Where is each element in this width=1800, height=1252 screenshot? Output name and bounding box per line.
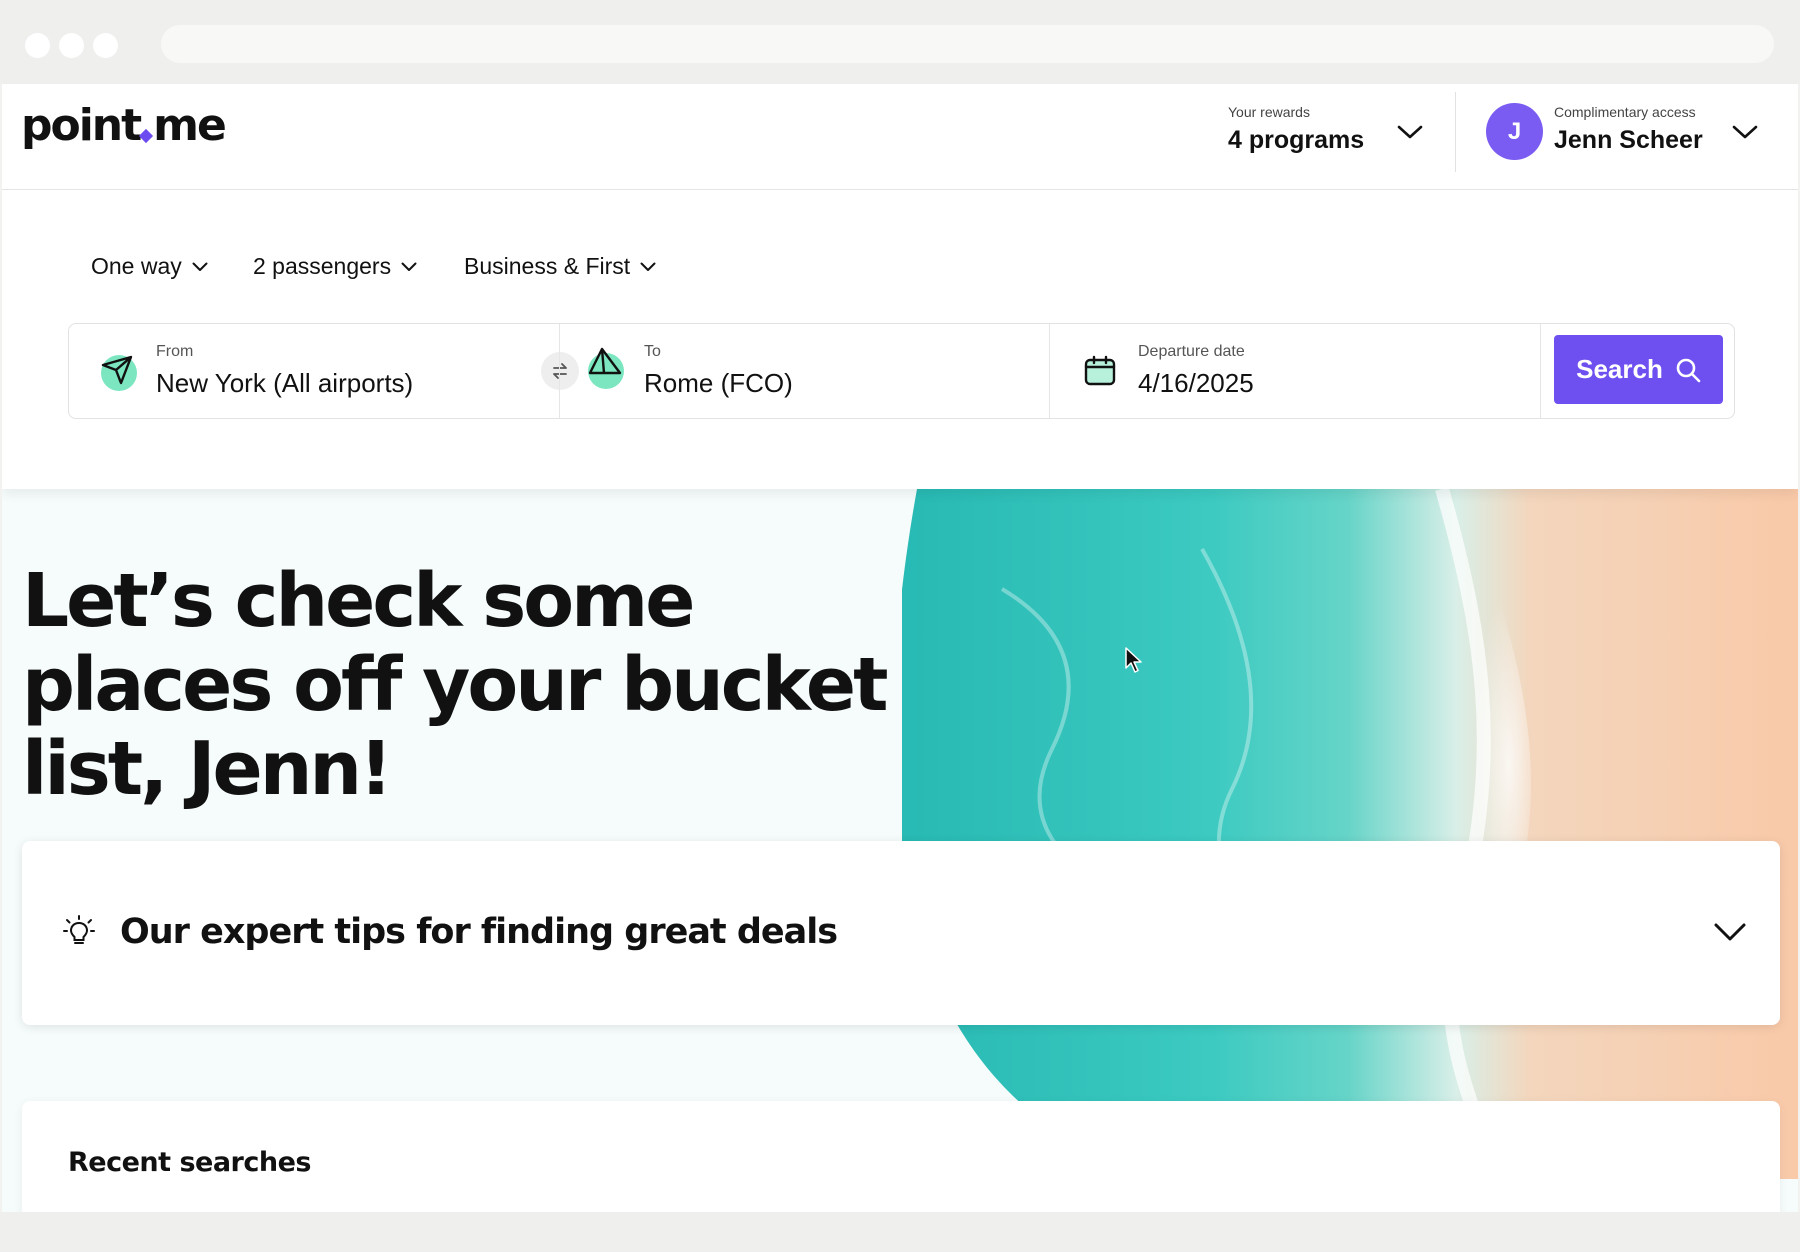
window-maximize-dot[interactable] [93,33,118,58]
pointme-logo[interactable]: point me [21,104,227,148]
passengers-label: 2 passengers [253,253,392,279]
rewards-value: 4 programs [1228,126,1365,154]
search-icon [1676,358,1701,382]
recent-searches-card: Recent searches [22,1101,1780,1212]
tips-title: Our expert tips for finding great deals [120,912,838,952]
address-bar[interactable] [161,25,1774,63]
logo-text-me: me [153,100,227,151]
calendar-icon [1084,355,1116,386]
page-viewport: point me Your rewards 4 programs J Compli… [2,84,1798,1212]
logo-diamond-icon [139,128,154,144]
site-header: point me Your rewards 4 programs J Compli… [2,84,1798,190]
hero-title: Let’s check some places off your bucket … [22,558,888,812]
from-field[interactable]: From New York (All airports) [69,324,559,418]
lightbulb-icon [63,915,95,944]
account-access-label: Complimentary access [1554,104,1696,120]
to-field[interactable]: To Rome (FCO) [560,324,1049,418]
from-label: From [156,343,194,360]
expert-tips-accordion[interactable]: Our expert tips for finding great deals [22,841,1780,1025]
to-value: Rome (FCO) [644,368,793,398]
plane-departure-icon [101,355,137,391]
chevron-down-icon [401,262,417,271]
rewards-chevron-down-icon[interactable] [1395,117,1425,147]
passengers-dropdown[interactable]: 2 passengers [253,253,417,280]
departure-date-field[interactable]: Departure date 4/16/2025 [1050,324,1540,418]
search-button-label: Search [1576,354,1663,384]
rewards-menu[interactable]: Your rewards 4 programs [1228,104,1364,155]
to-label: To [644,343,661,360]
chevron-down-icon[interactable] [1713,921,1747,943]
window-minimize-dot[interactable] [59,33,84,58]
chevron-down-icon [640,262,656,271]
cabin-dropdown[interactable]: Business & First [464,253,656,280]
mouse-cursor-icon [1125,647,1142,673]
hero-section: Let’s check some places off your bucket … [2,489,1798,1212]
beach-aerial-image [902,489,1798,1179]
rewards-label: Your rewards [1228,104,1310,120]
window-close-dot[interactable] [25,33,50,58]
trip-type-dropdown[interactable]: One way [91,253,208,280]
logo-text-point: point [21,100,142,151]
field-divider [1540,324,1541,418]
avatar[interactable]: J [1486,103,1543,160]
account-chevron-down-icon[interactable] [1730,117,1760,147]
flight-search-form: From New York (All airports) To Rome (FC… [68,323,1735,419]
plane-arrival-icon [588,347,624,389]
browser-chrome [0,0,1800,84]
account-menu[interactable]: Complimentary access Jenn Scheer [1554,104,1703,155]
account-name: Jenn Scheer [1554,126,1703,154]
recent-searches-title: Recent searches [68,1147,311,1178]
trip-type-label: One way [91,253,182,279]
date-label: Departure date [1138,343,1245,360]
header-divider [1455,92,1456,172]
date-value: 4/16/2025 [1138,368,1254,398]
browser-bottom-bar [0,1212,1800,1252]
chevron-down-icon [192,262,208,271]
search-panel: One way 2 passengers Business & First Fr… [2,190,1798,489]
search-button[interactable]: Search [1554,335,1723,404]
cabin-label: Business & First [464,253,631,279]
from-value: New York (All airports) [156,368,414,398]
